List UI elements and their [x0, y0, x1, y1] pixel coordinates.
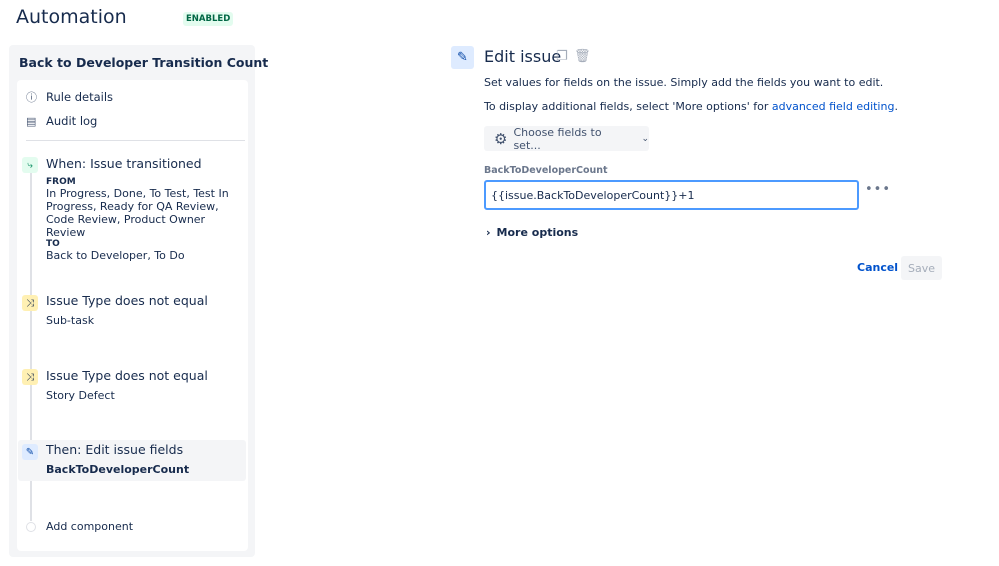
editor-hint: To display additional fields, select 'Mo…	[484, 100, 898, 113]
choose-fields-label: Choose fields to set...	[513, 125, 602, 152]
action-title: Then: Edit issue fields	[46, 442, 184, 457]
status-badge: ENABLED	[183, 12, 234, 26]
advanced-field-editing-link[interactable]: advanced field editing	[772, 100, 895, 113]
action-text: Then: Edit issue fields BackToDeveloperC…	[46, 442, 189, 476]
condition-value: Story Defect	[46, 389, 115, 402]
choose-fields-button[interactable]: ⚙ Choose fields to set... ⌄	[484, 125, 649, 152]
more-options-toggle[interactable]: › More options	[486, 226, 578, 239]
condition-component[interactable]: Issue Type does not equal Story Defect	[46, 368, 208, 402]
chevron-down-icon: ⌄	[641, 133, 649, 144]
chevron-right-icon: ›	[486, 226, 491, 239]
more-options-label: More options	[496, 226, 579, 239]
to-value: Back to Developer, To Do	[46, 249, 185, 262]
nav-rule-details[interactable]: ⓘ Rule details	[26, 89, 113, 105]
more-actions-icon[interactable]: •••	[865, 182, 891, 197]
action-value: BackToDeveloperCount	[46, 463, 190, 476]
condition-icon: ⤨	[22, 295, 38, 311]
pencil-icon: ✎	[22, 444, 38, 460]
hint-text: To display additional fields, select 'Mo…	[484, 100, 772, 113]
save-button[interactable]: Save	[901, 256, 942, 280]
trigger-icon: ⤷	[22, 157, 38, 173]
copy-icon[interactable]: ❐	[556, 49, 568, 64]
nav-label: Audit log	[46, 114, 98, 128]
trigger-title: When: Issue transitioned	[46, 156, 202, 171]
rule-name: Back to Developer Transition Count	[19, 55, 269, 70]
from-label: FROM	[46, 177, 76, 187]
gear-icon: ⚙	[494, 129, 508, 148]
editor-description: Set values for fields on the issue. Simp…	[484, 76, 884, 89]
to-label: TO	[46, 239, 60, 249]
condition-value: Sub-task	[46, 314, 95, 327]
hint-suffix: .	[894, 100, 898, 113]
from-value: In Progress, Done, To Test, Test In Prog…	[46, 187, 229, 239]
cancel-button[interactable]: Cancel	[857, 261, 898, 274]
field-label: BackToDeveloperCount	[484, 165, 608, 176]
page-title: Automation	[16, 6, 127, 28]
editor-title: Edit issue	[484, 47, 562, 66]
info-icon: ⓘ	[26, 91, 37, 104]
nav-audit-log[interactable]: ▤ Audit log	[26, 114, 97, 128]
add-component-button[interactable]: Add component	[46, 520, 133, 533]
divider	[26, 140, 245, 141]
trigger-component[interactable]: When: Issue transitioned FROM In Progres…	[46, 156, 241, 262]
pencil-icon: ✎	[451, 46, 474, 69]
trash-icon[interactable]: 🗑	[574, 49, 591, 64]
nav-label: Rule details	[46, 90, 114, 104]
document-icon: ▤	[26, 114, 37, 128]
condition-component[interactable]: Issue Type does not equal Sub-task	[46, 293, 208, 327]
back-to-developer-count-input[interactable]	[484, 180, 859, 210]
condition-icon: ⤨	[22, 369, 38, 385]
condition-title: Issue Type does not equal	[46, 293, 208, 308]
condition-title: Issue Type does not equal	[46, 368, 208, 383]
add-circle-icon	[26, 522, 36, 532]
